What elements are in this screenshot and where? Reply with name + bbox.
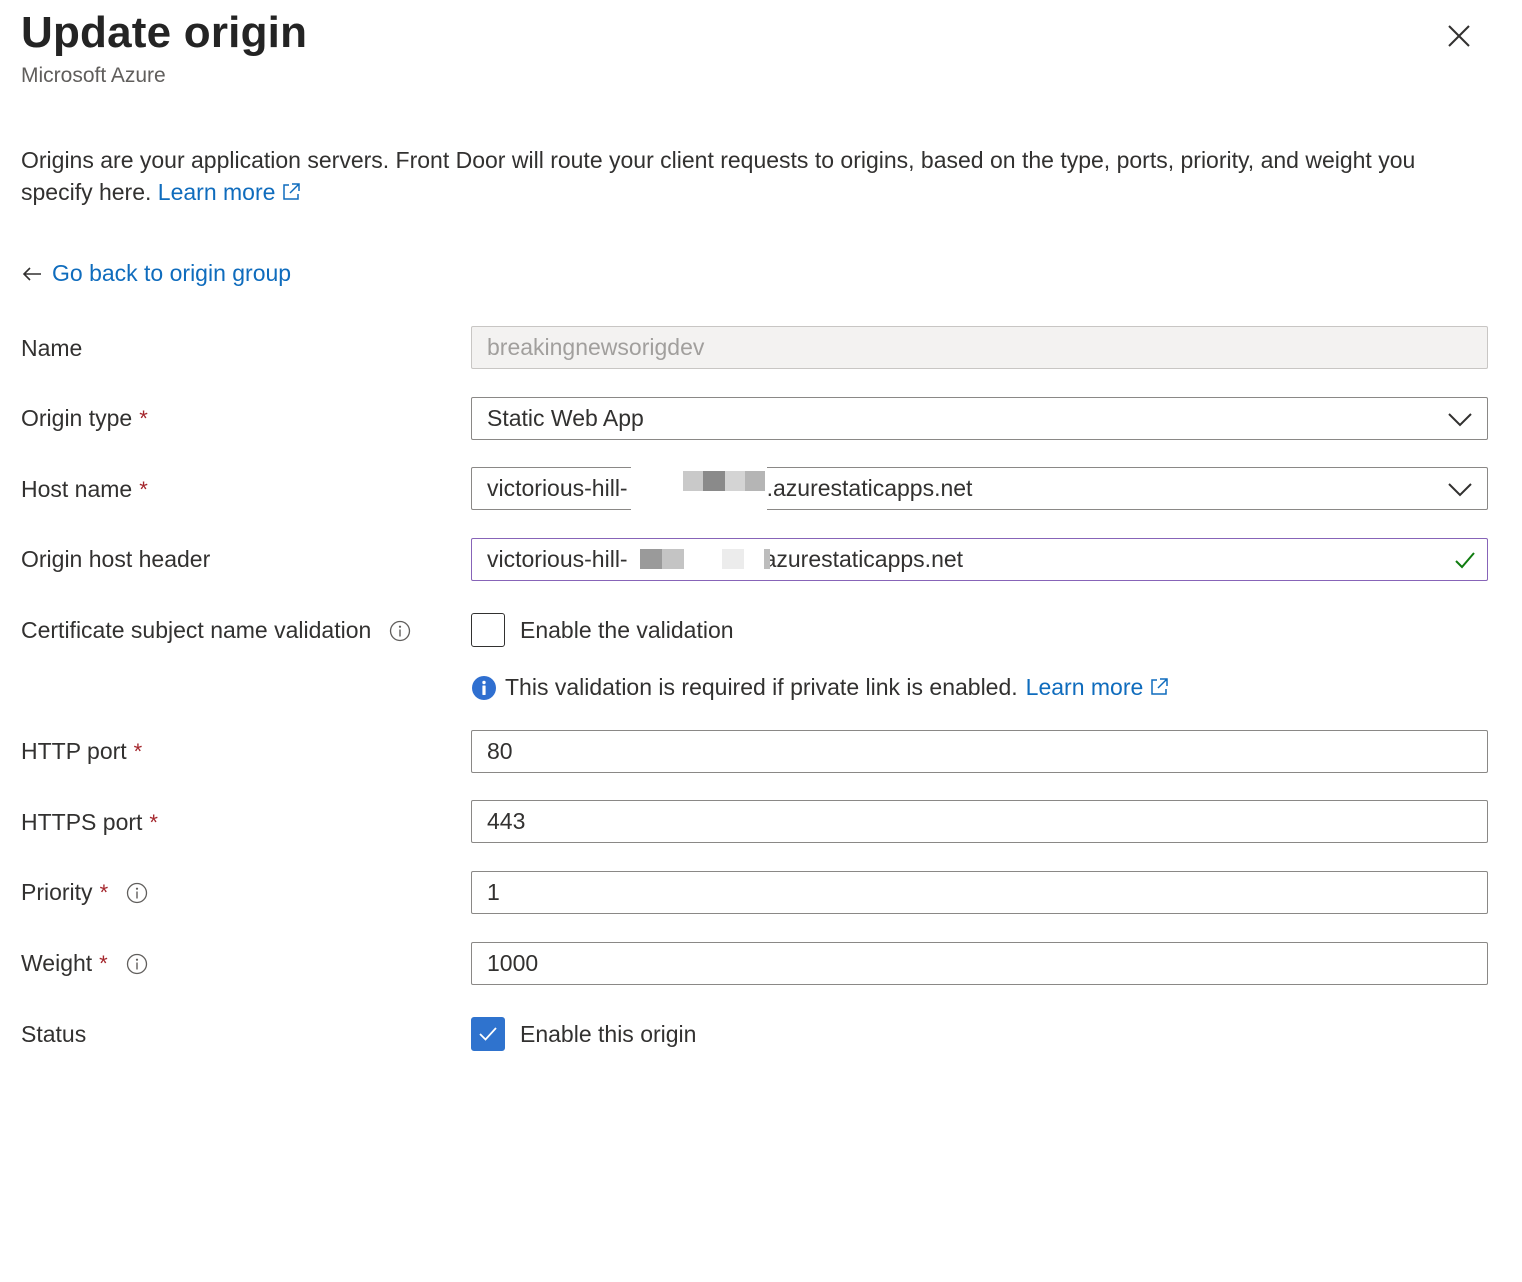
external-link-icon [1151,678,1169,695]
host-name-prefix: victorious-hill- [487,475,628,501]
required-marker: * [139,405,148,431]
http-port-label: HTTP port * [21,738,143,764]
https-port-input[interactable]: 443 [471,800,1488,843]
redaction-block [703,471,725,491]
required-marker: * [139,476,148,502]
host-name-label: Host name * [21,476,148,502]
priority-input[interactable]: 1 [471,871,1488,914]
checkmark-icon [479,1027,497,1041]
origin-type-dropdown[interactable]: Static Web App [471,397,1488,440]
chevron-down-icon [1448,413,1472,427]
info-icon[interactable] [126,953,148,975]
name-field: breakingnewsorigdev [471,326,1488,369]
required-marker: * [133,738,143,764]
enable-origin-checkbox[interactable]: Enable this origin [471,1017,696,1051]
description: Origins are your application servers. Fr… [21,144,1491,208]
required-marker: * [99,950,108,976]
chevron-down-icon [1448,483,1472,497]
http-port-input[interactable]: 80 [471,730,1488,773]
redaction-block [640,549,662,569]
required-marker: * [99,879,109,905]
status-label: Status [21,1021,87,1047]
close-button[interactable] [1440,18,1478,56]
https-port-label: HTTPS port * [21,809,158,835]
checkbox-box[interactable] [471,613,505,647]
arrow-left-icon [22,266,41,281]
info-icon [472,675,496,700]
redaction-block [683,471,703,491]
checkbox-box[interactable] [471,1017,505,1051]
redaction-block [722,549,744,569]
cert-validation-label: Certificate subject name validation [21,617,411,644]
origin-host-header-prefix: victorious-hill- [487,546,628,572]
required-marker: * [149,809,158,835]
info-icon[interactable] [389,620,411,642]
external-link-icon [283,183,301,200]
priority-label: Priority * [21,879,148,906]
back-link-label: Go back to origin group [52,260,292,286]
validation-note: This validation is required if private l… [471,674,1169,701]
origin-host-header-label: Origin host header [21,546,211,572]
redaction-block [745,471,765,491]
validation-note-text: This validation is required if private l… [505,674,1018,700]
weight-input[interactable]: 1000 [471,942,1488,985]
back-to-origin-group-link[interactable]: Go back to origin group [21,260,291,287]
redaction-block [764,549,770,569]
enable-validation-checkbox[interactable]: Enable the validation [471,613,734,647]
info-icon[interactable] [126,882,148,904]
close-icon [1448,25,1470,47]
checkmark-icon [1455,552,1475,569]
redaction-block [662,549,684,569]
host-name-suffix: .azurestaticapps.net [766,475,973,501]
redaction-block [725,471,745,491]
learn-more-link[interactable]: Learn more [158,179,302,205]
origin-host-header-input[interactable]: victorious-hill- azurestaticapps.net [471,538,1488,581]
origin-host-header-suffix: azurestaticapps.net [763,546,964,572]
origin-type-label: Origin type * [21,405,148,431]
page-title: Update origin [21,8,308,57]
name-label: Name [21,335,83,361]
host-name-dropdown[interactable]: victorious-hill- .azurestaticapps.net [471,467,1488,510]
weight-label: Weight * [21,950,148,977]
page-subtitle: Microsoft Azure [21,64,166,87]
validation-learn-more-link[interactable]: Learn more [1026,674,1170,701]
